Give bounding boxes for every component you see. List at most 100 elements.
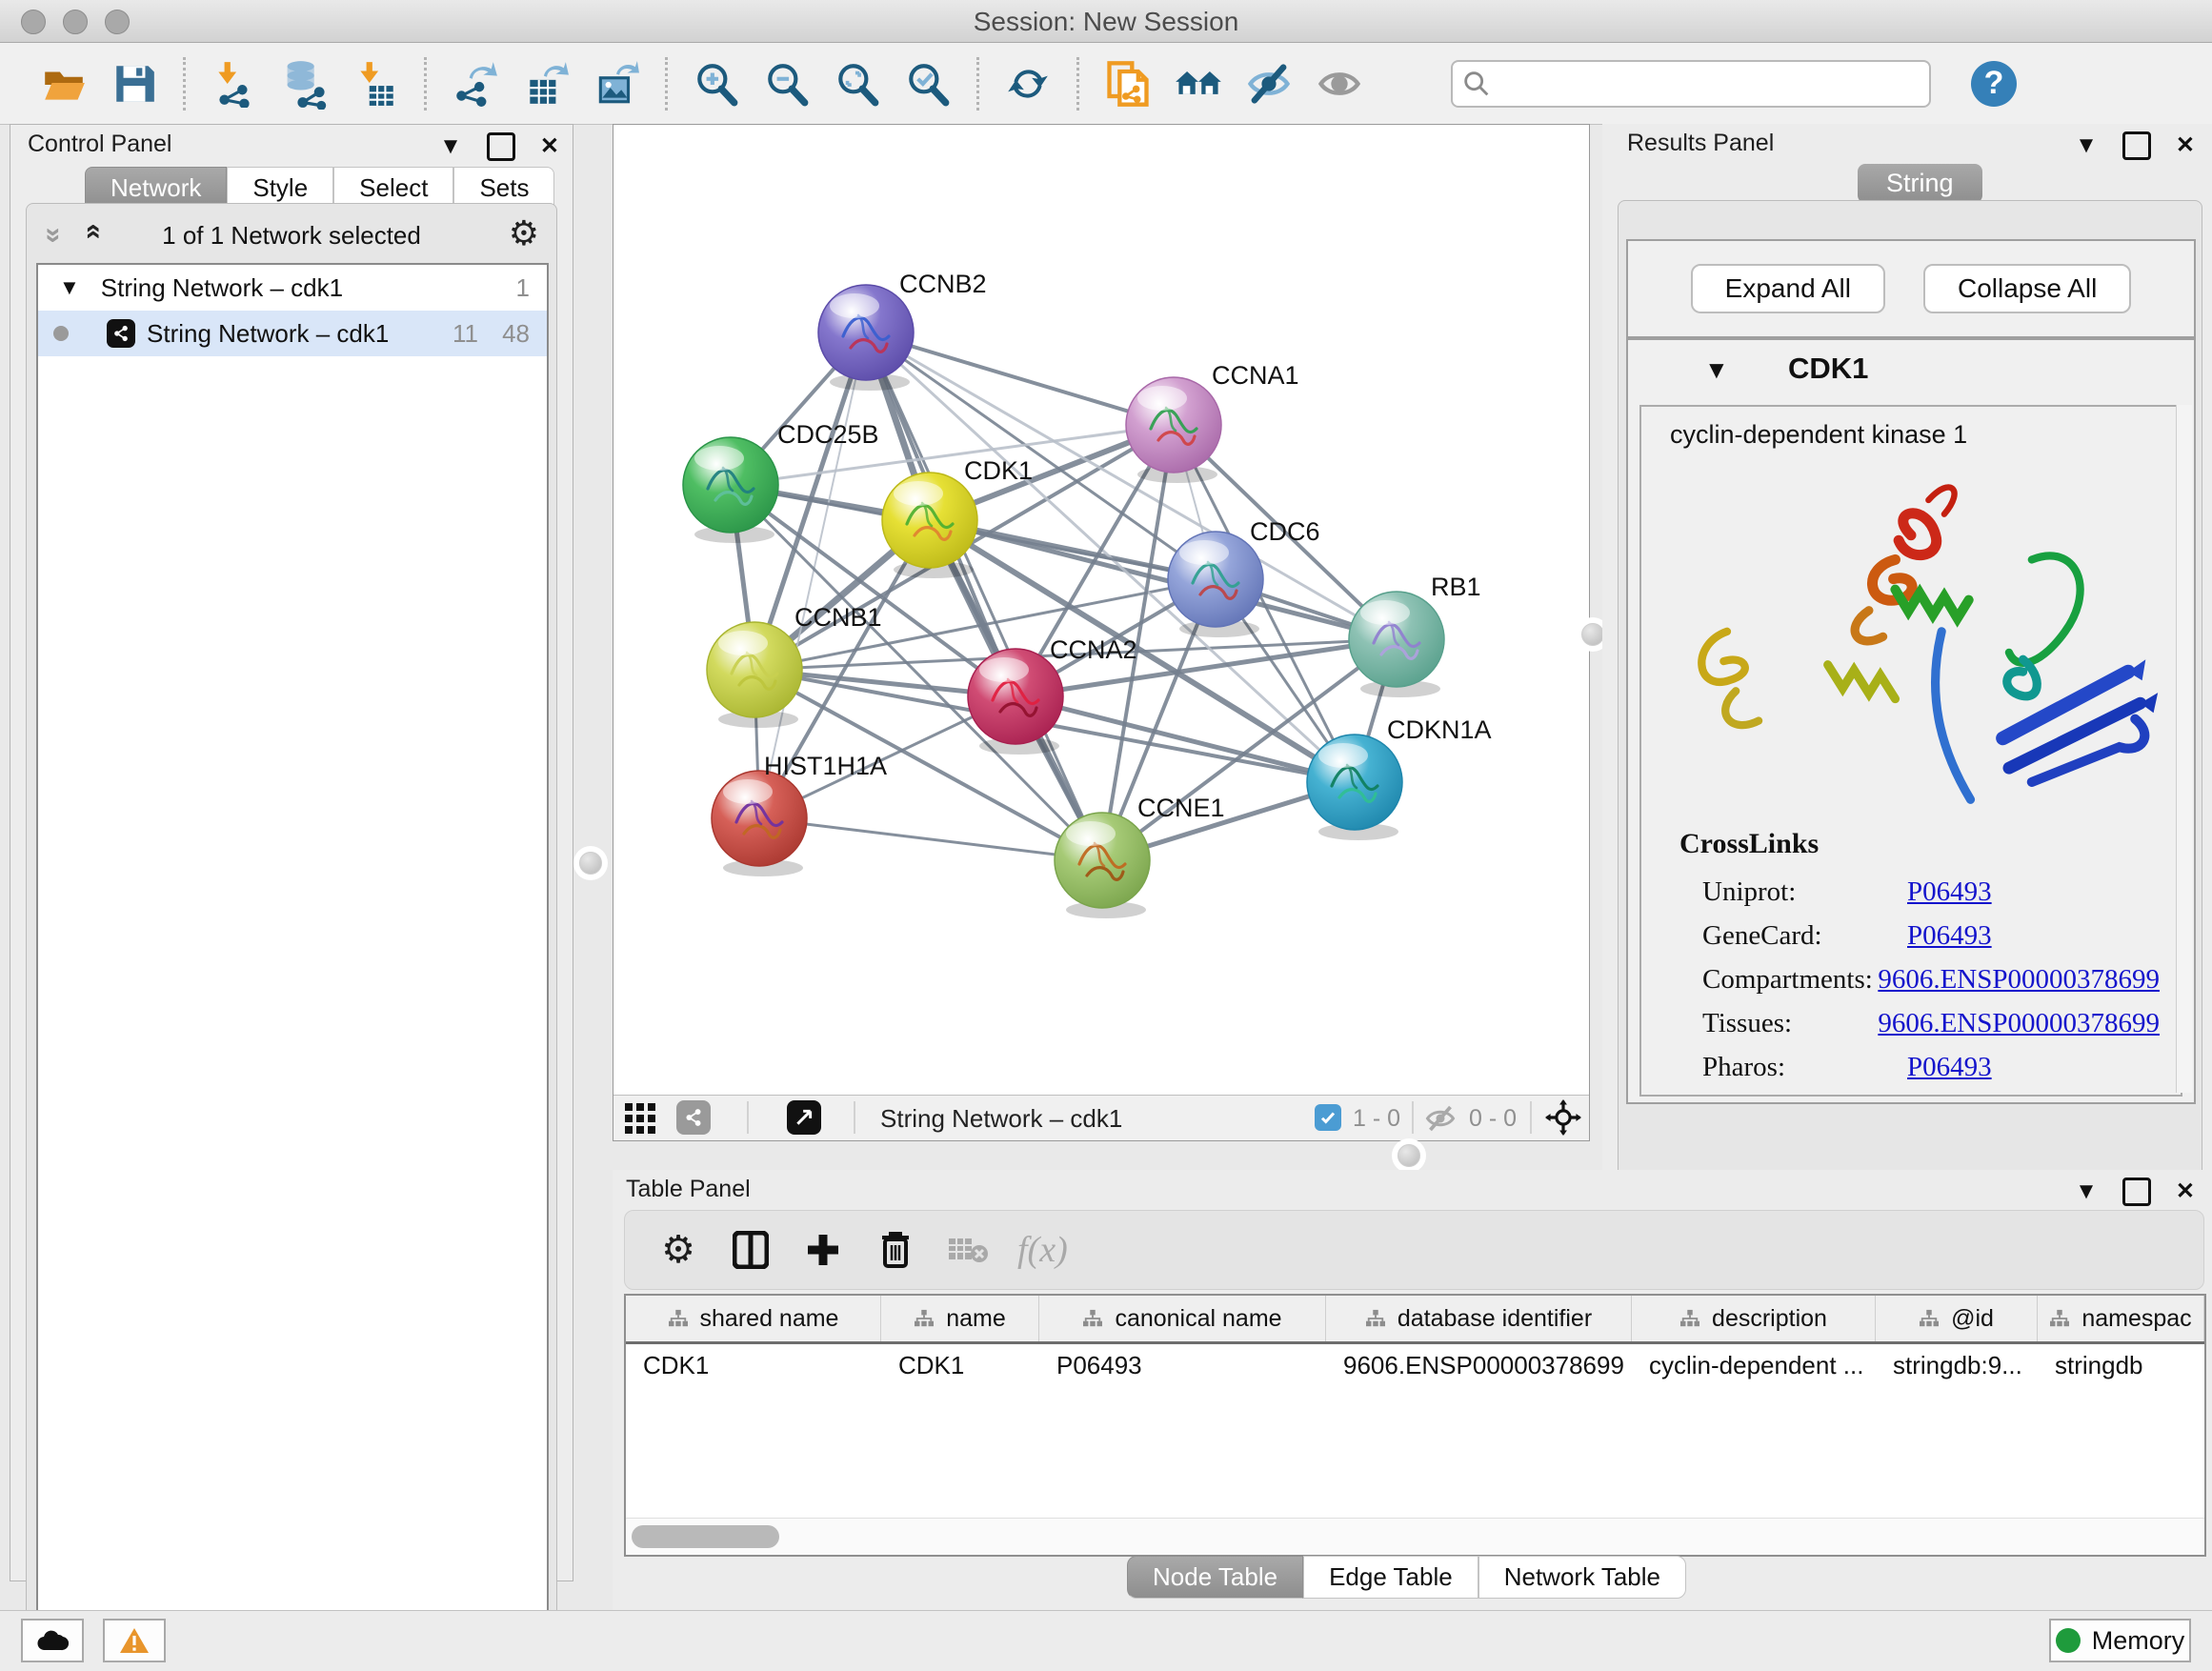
results-scrollbar[interactable]	[2176, 405, 2192, 1093]
close-panel-icon[interactable]: ✕	[540, 135, 559, 158]
import-table-icon	[352, 60, 399, 108]
column-header-name[interactable]: name	[881, 1296, 1039, 1341]
export-network-button[interactable]	[451, 59, 500, 109]
network-node-CCNE1[interactable]	[1055, 813, 1150, 918]
network-node-RB1[interactable]	[1349, 592, 1444, 697]
expand-all-button[interactable]: Expand All	[1691, 264, 1885, 313]
hidden-node-edge-count: 0 - 0	[1469, 1105, 1517, 1133]
left-splitter-handle[interactable]	[579, 852, 602, 875]
float-panel-icon[interactable]	[487, 132, 515, 161]
search-box[interactable]	[1451, 60, 1931, 108]
table-cell[interactable]: CDK1	[626, 1344, 881, 1386]
zoom-selected-button[interactable]	[903, 59, 953, 109]
table-gear-icon[interactable]: ⚙	[657, 1229, 699, 1271]
save-session-button[interactable]	[110, 59, 159, 109]
open-file-button[interactable]	[39, 59, 89, 109]
table-header-row: shared namenamecanonical namedatabase id…	[626, 1296, 2204, 1344]
network-node-CCNA1[interactable]	[1126, 377, 1221, 483]
float-panel-icon[interactable]	[2122, 131, 2151, 160]
hscrollbar-thumb[interactable]	[632, 1525, 779, 1548]
network-row-selected[interactable]: String Network – cdk1 11 48	[38, 311, 547, 356]
table-cell[interactable]: P06493	[1039, 1344, 1326, 1386]
network-node-CCNB1[interactable]	[707, 622, 802, 728]
search-input[interactable]	[1500, 64, 1929, 104]
show-columns-icon[interactable]	[730, 1229, 772, 1271]
close-panel-icon[interactable]: ✕	[2176, 1180, 2195, 1203]
hide-selected-button[interactable]	[1244, 59, 1294, 109]
zoom-fit-button[interactable]	[833, 59, 882, 109]
caret-down-icon[interactable]: ▼	[59, 275, 80, 300]
memory-button[interactable]: Memory	[2049, 1619, 2191, 1662]
close-panel-icon[interactable]: ✕	[2176, 134, 2195, 157]
table-cell[interactable]: stringdb:9...	[1876, 1344, 2038, 1386]
network-node-CDC25B[interactable]	[683, 437, 778, 543]
network-collection-row[interactable]: ▼ String Network – cdk1 1	[38, 265, 547, 311]
network-edge-CCNE1-HIST1H1A[interactable]	[759, 818, 1102, 860]
import-network-database-button[interactable]	[280, 59, 330, 109]
add-column-icon[interactable]	[802, 1229, 844, 1271]
table-tab-edge-table[interactable]: Edge Table	[1303, 1556, 1478, 1599]
cloud-button[interactable]	[21, 1619, 84, 1662]
network-node-CDC6[interactable]	[1168, 532, 1263, 637]
right-splitter-handle[interactable]	[1581, 623, 1604, 646]
table-tab-node-table[interactable]: Node Table	[1127, 1556, 1303, 1599]
network-node-CDK1[interactable]	[882, 473, 977, 578]
float-panel-icon[interactable]	[2122, 1178, 2151, 1206]
export-table-button[interactable]	[521, 59, 571, 109]
birds-eye-view-icon[interactable]	[623, 1101, 657, 1136]
gene-entry-body: cyclin-dependent kinase 1	[1639, 405, 2182, 1097]
panel-menu-icon[interactable]: ▼	[439, 135, 462, 158]
import-network-file-button[interactable]	[210, 59, 259, 109]
panel-menu-icon[interactable]: ▼	[2075, 1180, 2098, 1203]
crosslink-link[interactable]: P06493	[1907, 876, 1992, 908]
network-node-CCNB2[interactable]	[818, 285, 914, 391]
network-overview-icon[interactable]	[676, 1100, 711, 1135]
column-header--id[interactable]: @id	[1876, 1296, 2038, 1341]
crosslink-label: Uniprot:	[1702, 876, 1907, 908]
table-cell[interactable]: CDK1	[881, 1344, 1039, 1386]
collection-count: 1	[516, 273, 530, 303]
zoom-in-button[interactable]	[692, 59, 741, 109]
gene-entry-header[interactable]: ▼ CDK1	[1628, 340, 2194, 403]
warning-button[interactable]	[103, 1619, 166, 1662]
horizontal-splitter-handle[interactable]	[1398, 1144, 1420, 1167]
search-icon	[1460, 68, 1493, 100]
column-header-shared-name[interactable]: shared name	[626, 1296, 881, 1341]
table-tab-network-table[interactable]: Network Table	[1478, 1556, 1686, 1599]
delete-column-trash-icon[interactable]	[875, 1229, 916, 1271]
crosslink-link[interactable]: 9606.ENSP00000378699	[1878, 964, 2160, 996]
network-node-HIST1H1A[interactable]	[712, 771, 807, 876]
table-cell[interactable]: stringdb	[2038, 1344, 2204, 1386]
network-node-CDKN1A[interactable]	[1307, 735, 1402, 840]
clone-network-button[interactable]	[1103, 59, 1153, 109]
selected-checkbox-icon[interactable]	[1315, 1104, 1341, 1131]
crosslink-link[interactable]: P06493	[1907, 1052, 1992, 1083]
crosslink-link[interactable]: 9606.ENSP00000378699	[1878, 1008, 2160, 1039]
table-cell[interactable]: cyclin-dependent ...	[1632, 1344, 1876, 1386]
help-button[interactable]: ?	[1971, 61, 2017, 107]
panel-menu-icon[interactable]: ▼	[2075, 134, 2098, 157]
column-header-namespac[interactable]: namespac	[2038, 1296, 2204, 1341]
network-canvas[interactable]: CCNB2CCNA1CDC25BCDK1CDC6RB1CCNB1CCNA2CDK…	[613, 125, 1587, 1095]
network-edge-CCNB2-CCNE1[interactable]	[866, 332, 1102, 860]
column-header-canonical-name[interactable]: canonical name	[1039, 1296, 1326, 1341]
column-header-database-identifier[interactable]: database identifier	[1326, 1296, 1632, 1341]
status-bar: Memory	[0, 1610, 2212, 1671]
table-row[interactable]: CDK1CDK1P064939606.ENSP00000378699cyclin…	[626, 1344, 2204, 1386]
table-cell[interactable]: 9606.ENSP00000378699	[1326, 1344, 1632, 1386]
gear-icon[interactable]: ⚙	[509, 213, 539, 253]
pan-crosshair-icon[interactable]	[1545, 1099, 1581, 1136]
zoom-out-button[interactable]	[762, 59, 812, 109]
open-in-new-window-icon[interactable]	[787, 1100, 821, 1135]
column-header-description[interactable]: description	[1632, 1296, 1876, 1341]
tab-string[interactable]: String	[1858, 164, 1982, 203]
collection-label: String Network – cdk1	[101, 273, 343, 303]
string-home-button[interactable]	[1174, 59, 1223, 109]
apply-layout-button[interactable]	[1003, 59, 1053, 109]
import-table-button[interactable]	[351, 59, 400, 109]
collapse-all-button[interactable]: Collapse All	[1923, 264, 2131, 313]
caret-down-icon[interactable]: ▼	[1704, 355, 1729, 385]
export-image-button[interactable]	[592, 59, 641, 109]
crosslink-link[interactable]: P06493	[1907, 920, 1992, 952]
node-highlight	[723, 779, 773, 804]
